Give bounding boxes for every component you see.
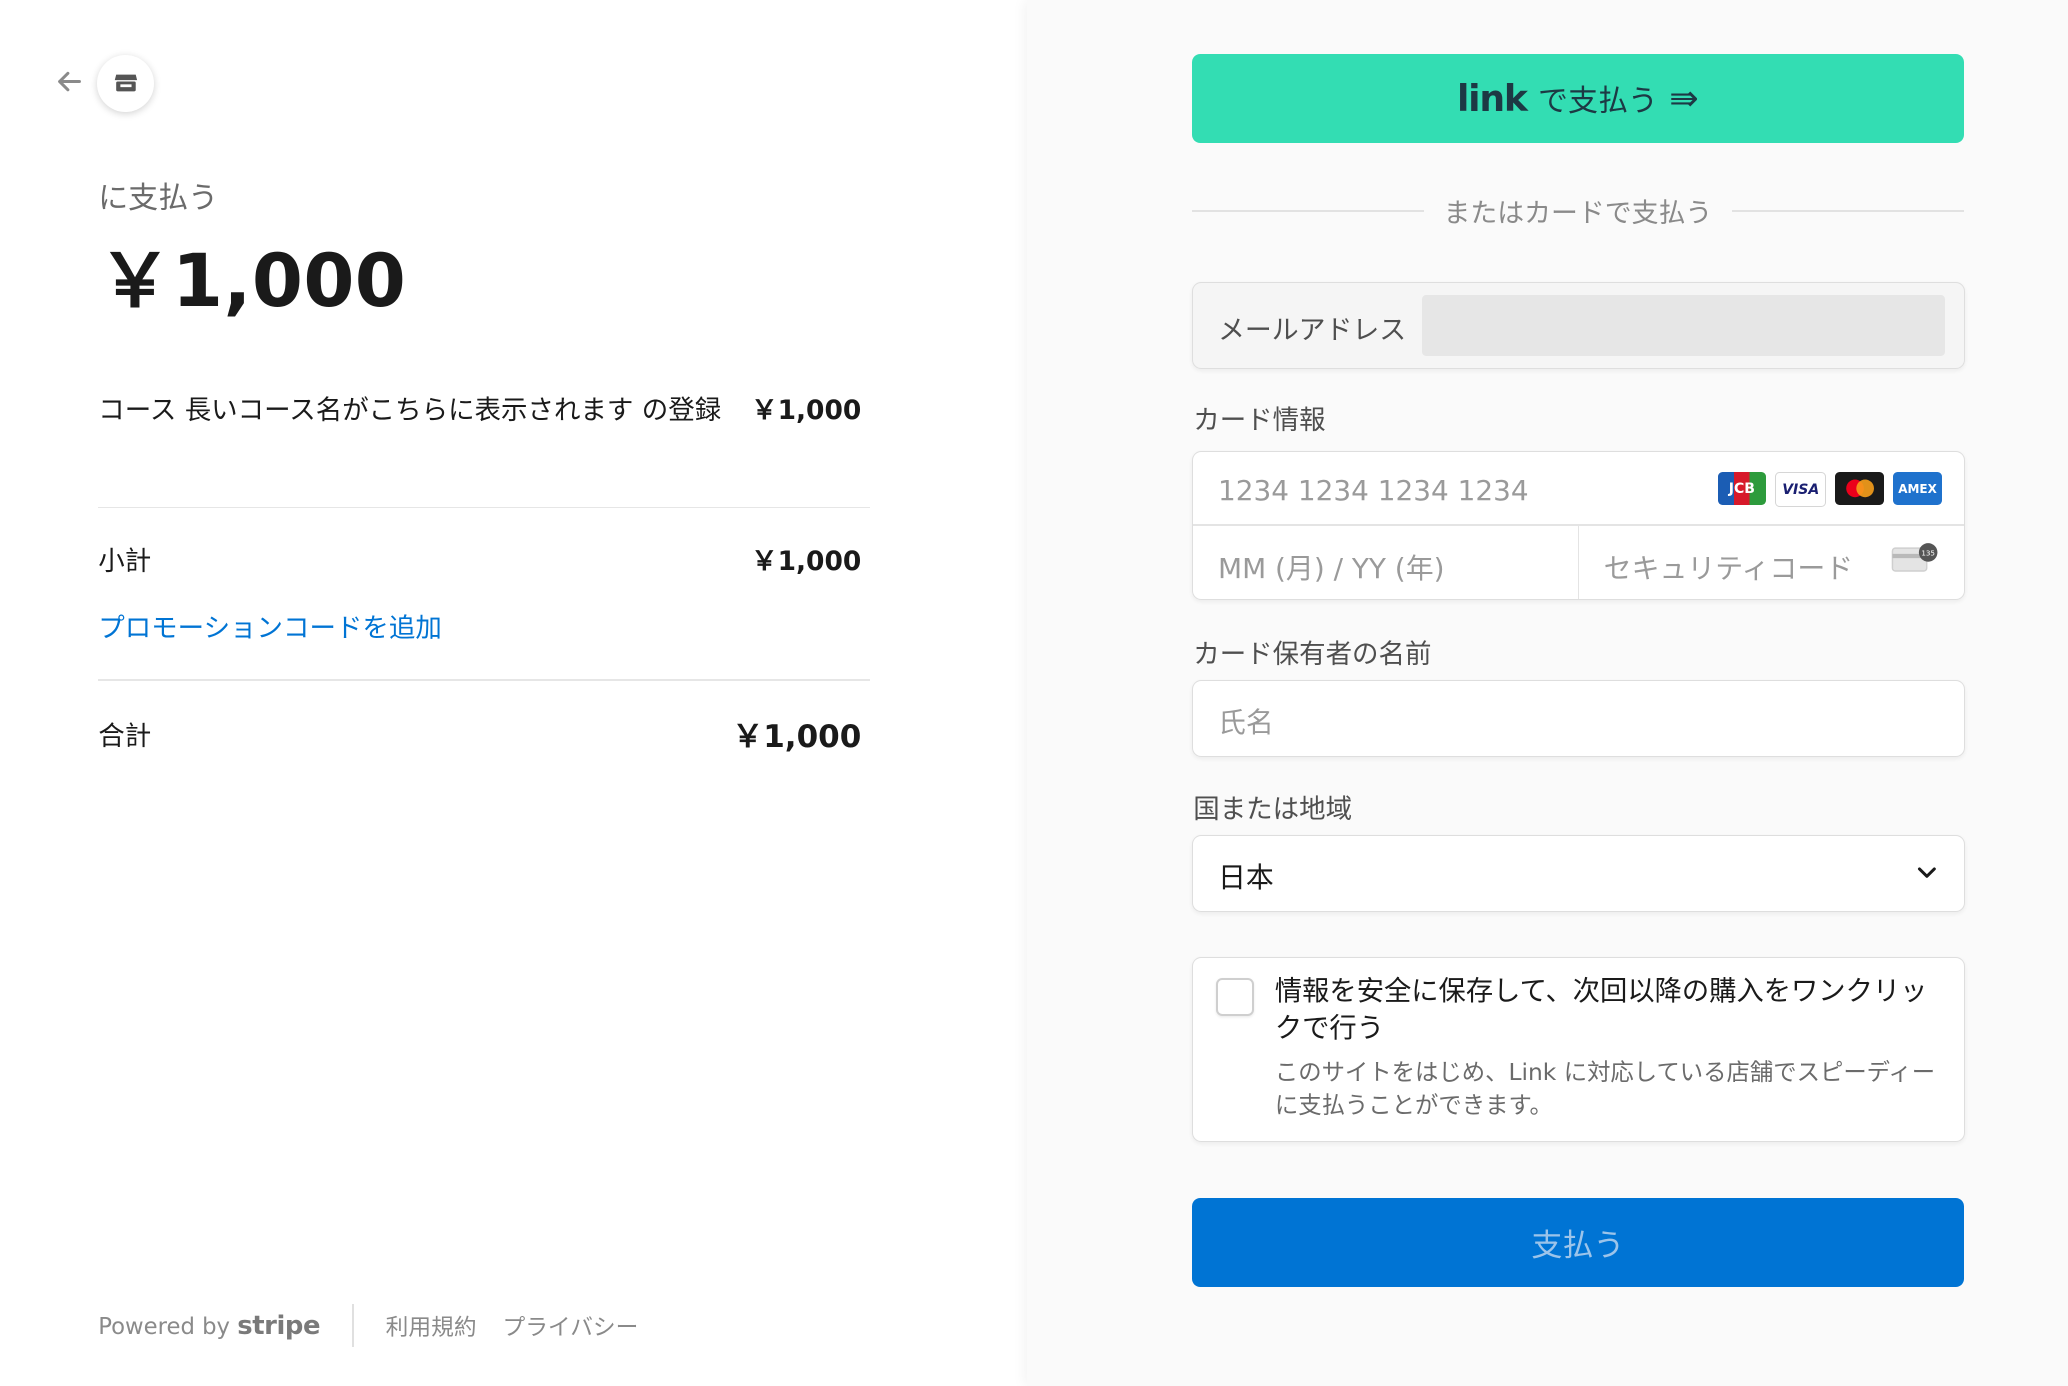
cvc-hint-text: 135 <box>1921 548 1935 557</box>
pay-to-label: に支払う <box>98 180 219 216</box>
pay-with-link-label: で支払う <box>1538 84 1658 120</box>
cardholder-name-field[interactable]: 氏名 <box>1192 680 1965 757</box>
divider <box>1577 524 1580 599</box>
add-promo-code-link[interactable]: プロモーションコードを追加 <box>98 606 442 645</box>
total-label: 合計 <box>98 721 152 753</box>
chevron-down-icon <box>1915 860 1939 888</box>
cardholder-name-label: カード保有者の名前 <box>1193 638 1432 670</box>
order-summary-panel: に支払う ￥1,000 コース 長いコース名がこちらに表示されます の登録 ￥1… <box>0 0 1027 1386</box>
footer-separator <box>352 1303 354 1348</box>
divider-line <box>1192 210 1424 212</box>
line-item-price: ￥1,000 <box>751 394 862 426</box>
or-pay-with-card-divider: またはカードで支払う <box>1192 191 1964 230</box>
pay-button[interactable]: 支払う <box>1192 1198 1964 1288</box>
subtotal-value: ￥1,000 <box>751 545 862 577</box>
amex-icon: AMEX <box>1893 472 1942 505</box>
back-arrow-icon[interactable] <box>53 65 86 98</box>
email-field[interactable]: メールアドレス <box>1192 282 1965 370</box>
link-logo: link <box>1457 76 1528 120</box>
total-value: ￥1,000 <box>732 719 862 756</box>
store-icon <box>97 54 155 112</box>
pay-button-label: 支払う <box>1531 1228 1625 1265</box>
card-brand-icons: JCB VISA AMEX <box>1717 472 1942 507</box>
subtotal-label: 小計 <box>98 545 152 577</box>
card-cvc-input[interactable]: セキュリティコード <box>1604 547 1853 587</box>
jcb-icon: JCB <box>1717 472 1767 505</box>
terms-link[interactable]: 利用規約 <box>386 1309 477 1342</box>
pay-with-link-button[interactable]: link で支払う ⇛ <box>1192 53 1964 143</box>
powered-by-label: Powered by <box>98 1313 230 1340</box>
email-value[interactable] <box>1421 294 1945 356</box>
divider-line <box>1731 210 1964 212</box>
country-value: 日本 <box>1218 861 1274 895</box>
card-number-input[interactable]: 1234 1234 1234 1234 <box>1218 474 1529 507</box>
save-info-checkbox[interactable] <box>1215 978 1255 1017</box>
divider <box>98 679 870 681</box>
total-amount: ￥1,000 <box>98 239 407 325</box>
save-info-title: 情報を安全に保存して、次回以降の購入をワンクリックで行う <box>1274 975 1928 1044</box>
card-info-group: 1234 1234 1234 1234 JCB VISA AMEX MM (月)… <box>1192 450 1965 600</box>
or-pay-with-card-text: またはカードで支払う <box>1443 198 1713 230</box>
card-info-label: カード情報 <box>1193 405 1326 437</box>
save-info-option: 情報を安全に保存して、次回以降の購入をワンクリックで行う このサイトをはじめ、L… <box>1192 957 1965 1143</box>
cardholder-name-placeholder: 氏名 <box>1218 706 1274 739</box>
arrow-right-icon: ⇛ <box>1669 77 1699 119</box>
footer: Powered by stripe 利用規約 プライバシー <box>98 1303 664 1348</box>
stripe-logo: stripe <box>237 1310 321 1341</box>
country-select[interactable]: 日本 <box>1192 835 1965 912</box>
divider <box>98 506 870 509</box>
visa-icon: VISA <box>1775 472 1827 507</box>
powered-by-stripe[interactable]: Powered by stripe <box>98 1311 320 1341</box>
privacy-link[interactable]: プライバシー <box>502 1309 638 1342</box>
card-expiry-input[interactable]: MM (月) / YY (年) <box>1218 547 1445 587</box>
mastercard-icon <box>1835 472 1884 505</box>
email-label: メールアドレス <box>1218 315 1407 347</box>
cvc-card-icon: 135 <box>1891 542 1940 581</box>
line-item-name: コース 長いコース名がこちらに表示されます の登録 <box>98 394 722 426</box>
save-info-description: このサイトをはじめ、Link に対応している店舗でスピーディーに支払うことができ… <box>1274 1057 1936 1119</box>
country-label: 国または地域 <box>1193 793 1353 825</box>
